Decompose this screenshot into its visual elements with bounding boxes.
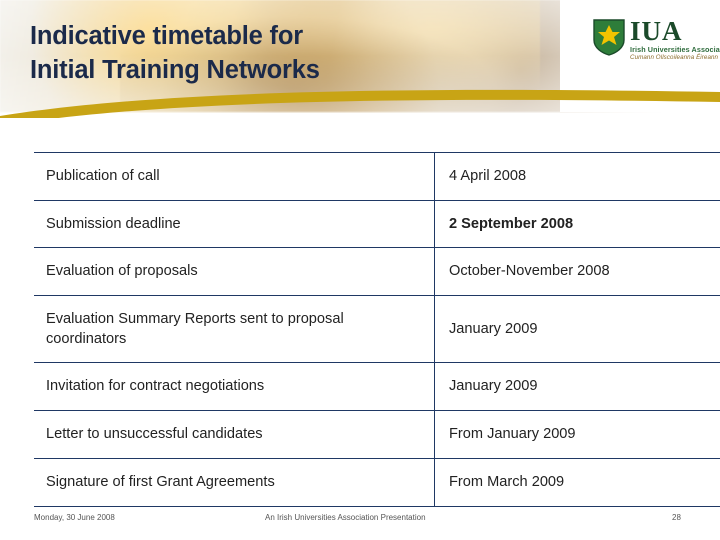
date-cell: From January 2009 [434,410,720,459]
activity-cell: Invitation for contract negotiations [34,362,435,412]
table-row: Invitation for contract negotiations Jan… [34,362,720,412]
date-cell: 4 April 2008 [434,152,720,201]
date-cell: January 2009 [434,295,720,364]
activity-cell: Signature of first Grant Agreements [34,458,435,507]
activity-cell: Publication of call [34,152,435,201]
table-row: Evaluation of proposals October-November… [34,247,720,297]
shield-icon [593,19,625,56]
date-cell: October-November 2008 [434,247,720,297]
table-row: Submission deadline 2 September 2008 [34,200,720,249]
logo-acronym: IUA [630,16,683,46]
activity-cell: Submission deadline [34,200,435,249]
activity-cell: Evaluation of proposals [34,247,435,297]
table-row: Signature of first Grant Agreements From… [34,458,720,507]
page-title: Indicative timetable for Initial Trainin… [30,22,320,84]
date-cell: January 2009 [434,362,720,412]
activity-cell: Letter to unsuccessful candidates [34,410,435,459]
logo-name-line: Irish Universities Association [630,45,720,54]
activity-cell: Evaluation Summary Reports sent to propo… [34,295,435,364]
table-row: Letter to unsuccessful candidates From J… [34,410,720,459]
table-row: Evaluation Summary Reports sent to propo… [34,295,720,364]
timetable-body: Publication of call 4 April 2008 Submiss… [34,152,720,507]
footer-date: Monday, 30 June 2008 [34,513,115,522]
date-cell: From March 2009 [434,458,720,507]
footer-page-number: 28 [672,513,681,522]
slide-footer: Monday, 30 June 2008 An Irish Universiti… [0,505,720,540]
footer-center-text: An Irish Universities Association Presen… [265,513,426,522]
logo-irish-line: Cumann Ollscoileanna Éireann [630,54,719,61]
table-row: Publication of call 4 April 2008 [34,152,720,201]
timetable: Publication of call 4 April 2008 Submiss… [34,152,720,507]
slide: Indicative timetable for Initial Trainin… [0,0,720,540]
iua-logo: IUA Irish Universities Association Cuman… [592,16,720,74]
gold-swoosh-divider [0,89,720,118]
slide-header: Indicative timetable for Initial Trainin… [0,0,720,118]
date-cell-highlight: 2 September 2008 [434,200,720,249]
